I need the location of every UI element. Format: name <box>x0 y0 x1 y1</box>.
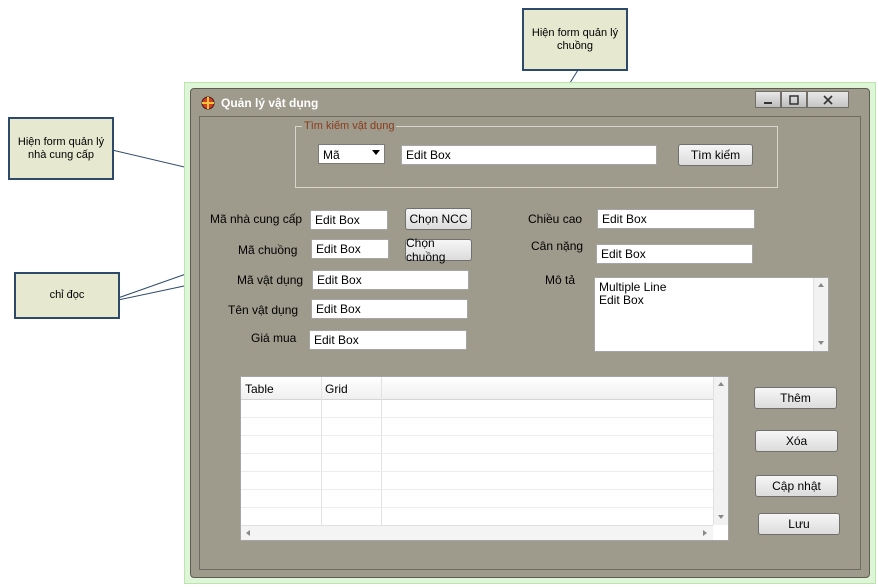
scroll-right-icon <box>703 530 707 536</box>
app-icon <box>201 96 215 110</box>
table-row <box>241 417 713 418</box>
supplier-code-field[interactable]: Edit Box <box>310 210 388 230</box>
close-icon <box>823 94 833 105</box>
window-controls <box>755 91 849 109</box>
minimize-button[interactable] <box>755 91 781 108</box>
title-bar[interactable]: Quản lý vật dụng <box>191 89 869 115</box>
callout-show-supplier-form: Hiện form quản lý nhà cung cấp <box>8 117 114 180</box>
search-field-select[interactable]: Mã <box>318 144 385 164</box>
height-label: Chiều cao <box>528 212 583 226</box>
items-table[interactable]: Table Grid <box>240 376 729 541</box>
item-code-label: Mã vật dụng <box>237 273 304 287</box>
callout-read-only: chỉ đọc <box>14 272 120 319</box>
maximize-icon <box>789 94 799 105</box>
delete-button[interactable]: Xóa <box>755 430 838 452</box>
table-row <box>241 471 713 472</box>
callout-show-cage-form: Hiện form quản lý chuồng <box>522 8 628 71</box>
maximize-button[interactable] <box>781 91 807 108</box>
description-textarea[interactable]: Multiple Line Edit Box <box>594 277 829 352</box>
table-row <box>241 507 713 508</box>
cage-code-field[interactable]: Edit Box <box>311 239 389 259</box>
search-input[interactable]: Edit Box <box>401 145 657 165</box>
save-button[interactable]: Lưu <box>758 513 840 535</box>
table-vertical-scrollbar[interactable] <box>713 377 728 525</box>
purchase-price-field[interactable]: Edit Box <box>309 330 467 350</box>
height-field[interactable]: Edit Box <box>597 209 755 229</box>
supplier-code-label: Mã nhà cung cấp <box>210 212 303 226</box>
description-scrollbar[interactable] <box>813 278 828 351</box>
cage-code-label: Mã chuồng <box>238 243 298 257</box>
description-label: Mô tả <box>545 273 576 287</box>
table-header-col2[interactable]: Grid <box>325 382 348 396</box>
window-title: Quản lý vật dụng <box>221 96 319 110</box>
weight-field[interactable]: Edit Box <box>596 244 753 264</box>
choose-supplier-button[interactable]: Chọn NCC <box>405 208 472 230</box>
weight-label: Cân nặng <box>531 239 584 253</box>
table-header-col1[interactable]: Table <box>245 382 274 396</box>
table-header: Table Grid <box>241 377 713 400</box>
minimize-icon <box>764 101 772 104</box>
scroll-up-icon <box>818 283 824 287</box>
item-name-field[interactable]: Edit Box <box>311 299 468 319</box>
scroll-down-icon <box>818 341 824 345</box>
close-button[interactable] <box>807 91 849 108</box>
table-row <box>241 453 713 454</box>
search-group-label: Tìm kiếm vật dụng <box>302 120 397 132</box>
table-row <box>241 489 713 490</box>
table-horizontal-scrollbar[interactable] <box>241 525 713 540</box>
item-code-field[interactable]: Edit Box <box>312 270 469 290</box>
search-button[interactable]: Tìm kiếm <box>678 144 753 166</box>
purchase-price-label: Giá mua <box>251 331 297 345</box>
scroll-up-icon <box>718 382 724 386</box>
choose-cage-button[interactable]: Chọn chuồng <box>405 236 472 264</box>
add-button[interactable]: Thêm <box>754 387 837 409</box>
update-button[interactable]: Cập nhật <box>755 475 838 497</box>
search-field-select-value: Mã <box>323 148 340 162</box>
scroll-down-icon <box>718 515 724 519</box>
column-divider <box>321 377 322 525</box>
table-row <box>241 435 713 436</box>
description-line-2: Edit Box <box>599 293 644 307</box>
column-divider <box>381 377 382 525</box>
item-name-label: Tên vật dụng <box>228 303 299 317</box>
scroll-left-icon <box>246 530 250 536</box>
chevron-down-icon <box>372 150 380 155</box>
